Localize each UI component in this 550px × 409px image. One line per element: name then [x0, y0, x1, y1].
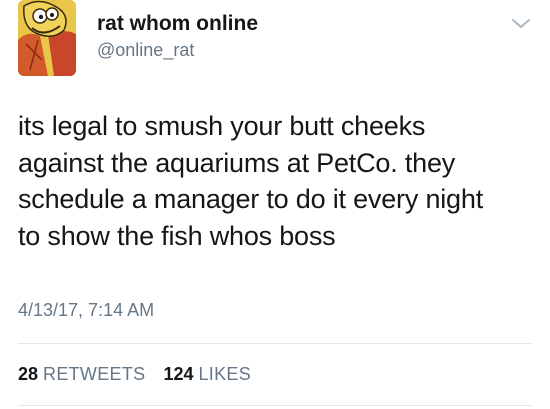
tweet-text-line: its legal to smush your butt cheeks [18, 111, 426, 141]
tweet-card: rat whom online @online_rat its legal to… [0, 0, 550, 409]
tweet-text-line: schedule a manager to do it every night [18, 184, 483, 214]
tweet-text: its legal to smush your butt cheeks agai… [18, 108, 538, 254]
tweet-text-line: against the aquariums at PetCo. they [18, 147, 456, 178]
chevron-down-icon [512, 19, 530, 28]
divider [18, 405, 532, 406]
author-display-name[interactable]: rat whom online [97, 12, 258, 36]
cartoon-rat-avatar-icon [18, 0, 76, 76]
retweets-count: 28 [18, 364, 39, 384]
author-handle[interactable]: @online_rat [97, 40, 194, 61]
retweets-label: RETWEETS [43, 364, 146, 384]
likes-label: LIKES [198, 364, 252, 384]
tweet-text-line: to show the fish whos boss [18, 220, 336, 251]
more-options-button[interactable] [510, 16, 532, 32]
likes-stat[interactable]: 124 LIKES [163, 364, 251, 385]
tweet-stats: 28 RETWEETS 124 LIKES [18, 364, 251, 385]
likes-count: 124 [163, 364, 194, 384]
avatar[interactable] [18, 0, 76, 76]
retweets-stat[interactable]: 28 RETWEETS [18, 364, 145, 385]
tweet-timestamp[interactable]: 4/13/17, 7:14 AM [18, 300, 154, 321]
divider [18, 343, 532, 344]
